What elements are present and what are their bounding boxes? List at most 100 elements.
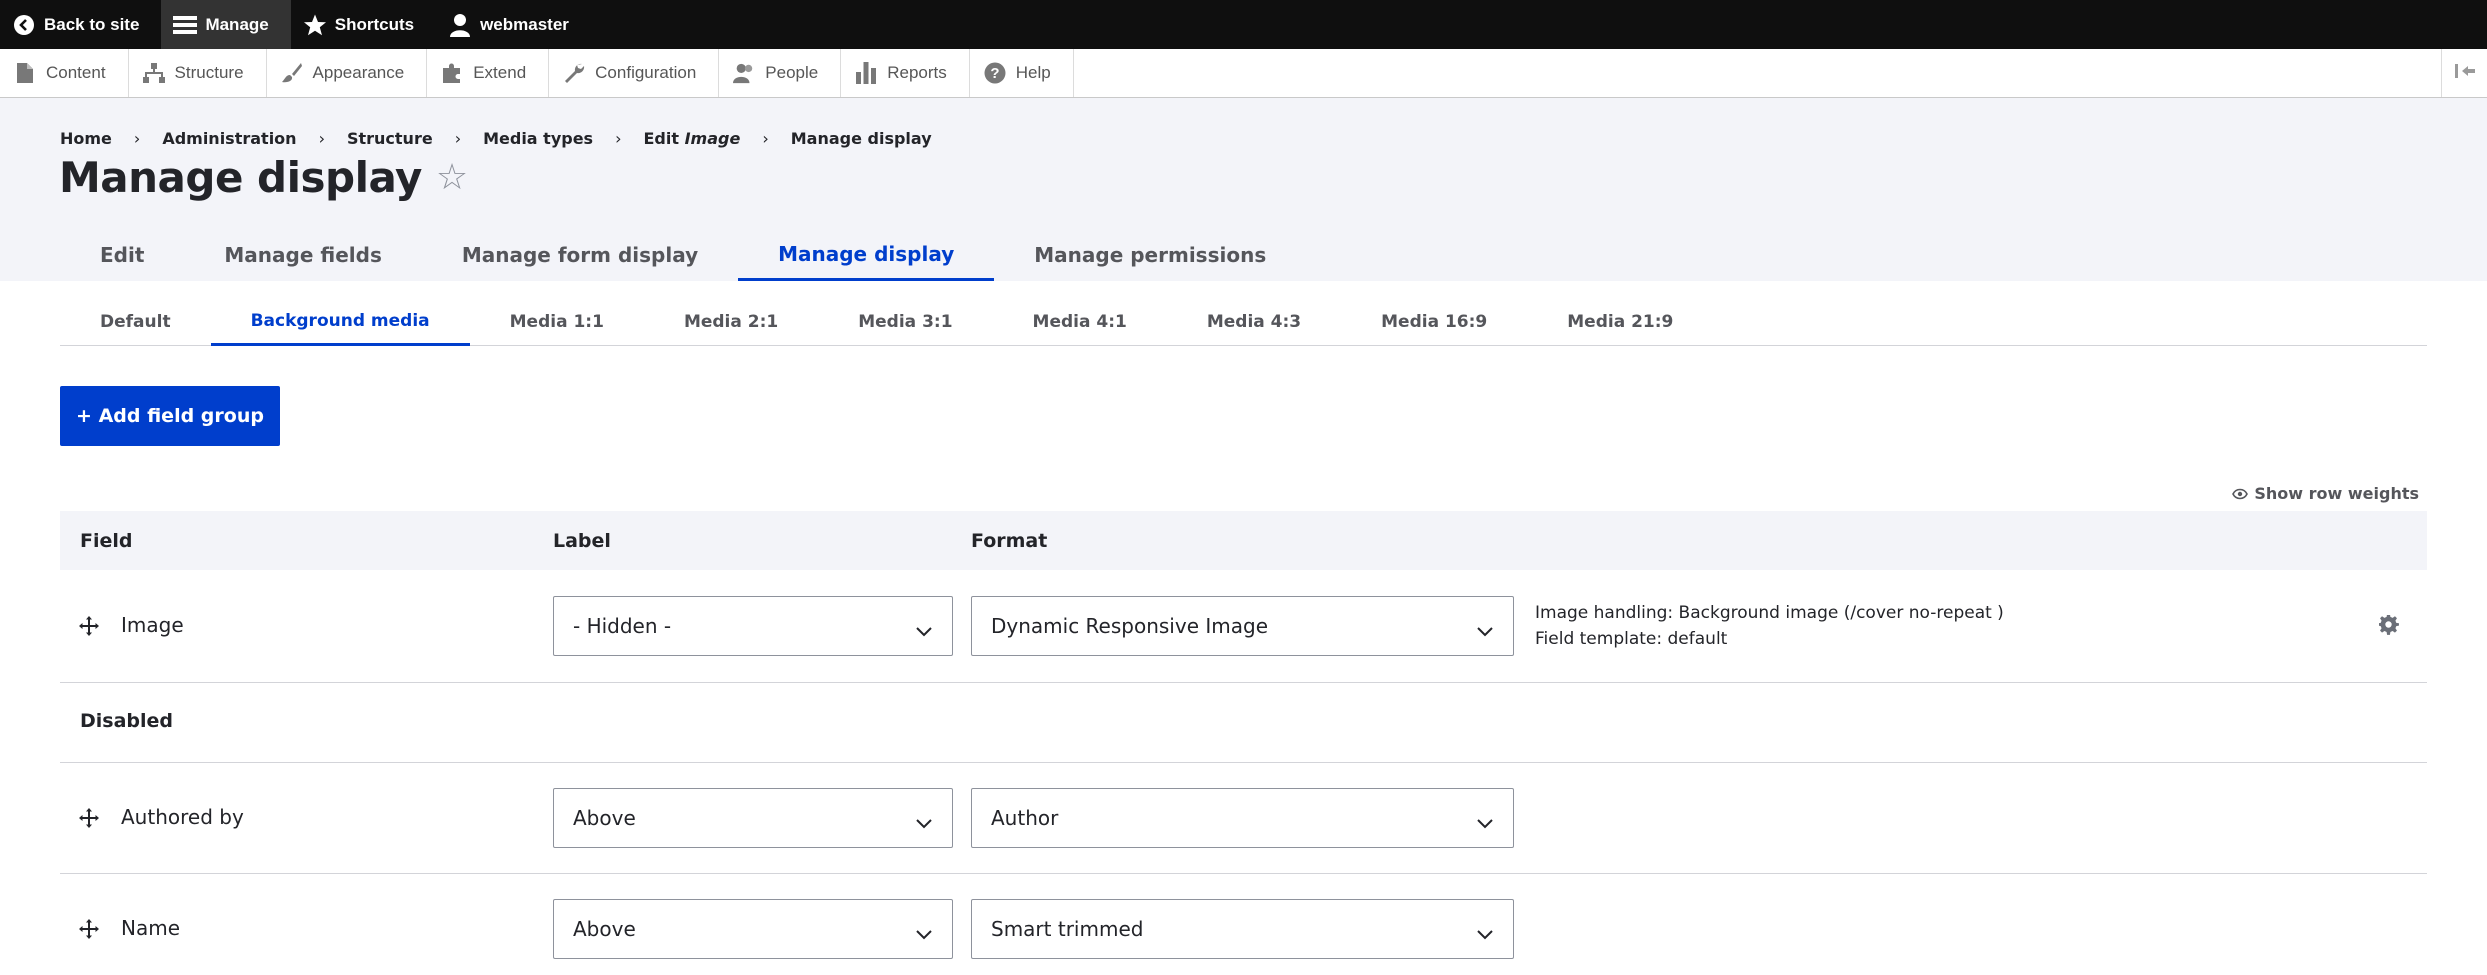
back-arrow-icon (12, 13, 36, 37)
format-select-authored-by[interactable]: Author (971, 788, 1514, 848)
bar-chart-icon (855, 62, 877, 84)
add-field-group-button[interactable]: + Add field group (60, 386, 280, 446)
back-to-site-label: Back to site (44, 14, 140, 34)
subtab-background-media[interactable]: Background media (210, 299, 470, 346)
chevron-down-icon (916, 921, 932, 945)
subtab-media-2-1[interactable]: Media 2:1 (644, 299, 818, 345)
breadcrumb-edit-image[interactable]: Edit Image (643, 129, 740, 148)
paintbrush-icon (281, 62, 303, 84)
tab-manage-form-display[interactable]: Manage form display (422, 229, 738, 281)
tray-item-people[interactable]: People (719, 49, 842, 97)
column-header-label: Label (553, 529, 611, 552)
breadcrumb-separator: › (454, 129, 462, 148)
shortcuts-toolbar-tab[interactable]: Shortcuts (291, 0, 436, 49)
tray-label-people: People (765, 63, 819, 82)
user-icon (448, 13, 472, 37)
breadcrumb-structure[interactable]: Structure (347, 129, 433, 148)
manage-toolbar-tab[interactable]: Manage (161, 0, 291, 49)
breadcrumb-current: Manage display (790, 129, 932, 148)
subtab-media-21-9[interactable]: Media 21:9 (1527, 299, 1713, 345)
subtab-default[interactable]: Default (60, 299, 211, 345)
tray-item-reports[interactable]: Reports (841, 49, 970, 97)
tray-item-content[interactable]: Content (0, 49, 129, 97)
column-header-format: Format (971, 529, 1048, 552)
subtab-media-4-3[interactable]: Media 4:3 (1167, 299, 1341, 345)
format-select-value: Author (991, 806, 1059, 830)
user-toolbar-tab[interactable]: webmaster (436, 0, 591, 49)
table-row-image: Image - Hidden - Dynamic Responsive Imag… (60, 570, 2427, 683)
label-select-value: Above (573, 806, 636, 830)
show-row-weights-toggle[interactable]: Show row weights (2232, 484, 2419, 503)
breadcrumb-separator: › (133, 129, 141, 148)
label-select-name[interactable]: Above (553, 899, 953, 959)
tab-manage-fields[interactable]: Manage fields (184, 229, 421, 281)
subtab-media-16-9[interactable]: Media 16:9 (1341, 299, 1527, 345)
tray-label-configuration: Configuration (595, 63, 697, 82)
tray-label-reports: Reports (887, 63, 947, 82)
breadcrumb-administration[interactable]: Administration (162, 129, 296, 148)
tab-edit[interactable]: Edit (60, 229, 184, 281)
tab-manage-display[interactable]: Manage display (738, 229, 995, 281)
field-name-name: Name (121, 916, 181, 940)
column-header-field: Field (80, 529, 133, 552)
table-header: Field Label Format (60, 511, 2427, 570)
back-to-site-link[interactable]: Back to site (0, 0, 161, 49)
add-shortcut-star-icon[interactable]: ☆ (436, 157, 468, 198)
people-icon (733, 62, 755, 84)
shortcuts-label: Shortcuts (334, 14, 415, 34)
tray-item-help[interactable]: ? Help (970, 49, 1074, 97)
label-select-image[interactable]: - Hidden - (553, 596, 953, 656)
tab-manage-permissions[interactable]: Manage permissions (994, 229, 1306, 281)
drag-handle-icon[interactable] (78, 807, 100, 829)
label-select-authored-by[interactable]: Above (553, 788, 953, 848)
show-row-weights-label: Show row weights (2254, 484, 2419, 503)
chevron-down-icon (1477, 921, 1493, 945)
summary-line: Image handling: Background image (/cover… (1535, 603, 2004, 623)
content-icon (14, 62, 36, 84)
breadcrumb-home[interactable]: Home (60, 129, 112, 148)
puzzle-icon (441, 62, 463, 84)
svg-text:?: ? (990, 65, 999, 82)
summary-line: Field template: default (1535, 629, 1728, 649)
page-title-text: Manage display (59, 153, 422, 202)
secondary-tabs: Default Background media Media 1:1 Media… (60, 299, 2427, 346)
field-name-image: Image (121, 613, 184, 637)
breadcrumb-media-types[interactable]: Media types (483, 129, 593, 148)
chevron-down-icon (1477, 810, 1493, 834)
chevron-down-icon (1477, 618, 1493, 642)
table-row-authored-by: Authored by Above Author (60, 763, 2427, 874)
tray-item-structure[interactable]: Structure (129, 49, 267, 97)
page-title: Manage display ☆ (59, 153, 468, 202)
tray-collapse-button[interactable] (2441, 49, 2487, 97)
collapse-arrow-icon (2454, 63, 2475, 83)
chevron-down-icon (916, 618, 932, 642)
tray-item-appearance[interactable]: Appearance (267, 49, 428, 97)
star-icon (303, 13, 327, 37)
tray-label-structure: Structure (174, 63, 244, 82)
wrench-icon (563, 62, 585, 84)
admin-tray: Content Structure Appearance Extend Conf… (0, 49, 2487, 98)
drag-handle-icon[interactable] (78, 918, 100, 940)
format-select-value: Smart trimmed (991, 917, 1144, 941)
region-title-disabled: Disabled (80, 710, 174, 732)
gear-icon[interactable] (2378, 614, 2399, 639)
tray-label-help: Help (1015, 63, 1051, 82)
user-label: webmaster (480, 14, 569, 34)
breadcrumb-edit-prefix: Edit (643, 129, 685, 148)
subtab-media-1-1[interactable]: Media 1:1 (470, 299, 644, 345)
tray-item-configuration[interactable]: Configuration (549, 49, 720, 97)
formatter-summary: Image handling: Background image (/cover… (1535, 600, 2004, 652)
subtab-media-3-1[interactable]: Media 3:1 (818, 299, 992, 345)
format-select-image[interactable]: Dynamic Responsive Image (971, 596, 1514, 656)
subtab-media-4-1[interactable]: Media 4:1 (993, 299, 1167, 345)
drag-handle-icon[interactable] (78, 615, 100, 637)
breadcrumb-separator: › (615, 129, 622, 148)
admin-toolbar: Back to site Manage Shortcuts webmaster (0, 0, 2487, 49)
tray-item-extend[interactable]: Extend (427, 49, 550, 97)
format-select-name[interactable]: Smart trimmed (971, 899, 1514, 959)
label-select-value: - Hidden - (573, 614, 672, 638)
page-header: Home › Administration › Structure › Medi… (0, 98, 2487, 281)
structure-icon (142, 62, 165, 84)
tray-label-extend: Extend (473, 63, 527, 82)
region-row-disabled: Disabled (60, 683, 2427, 763)
